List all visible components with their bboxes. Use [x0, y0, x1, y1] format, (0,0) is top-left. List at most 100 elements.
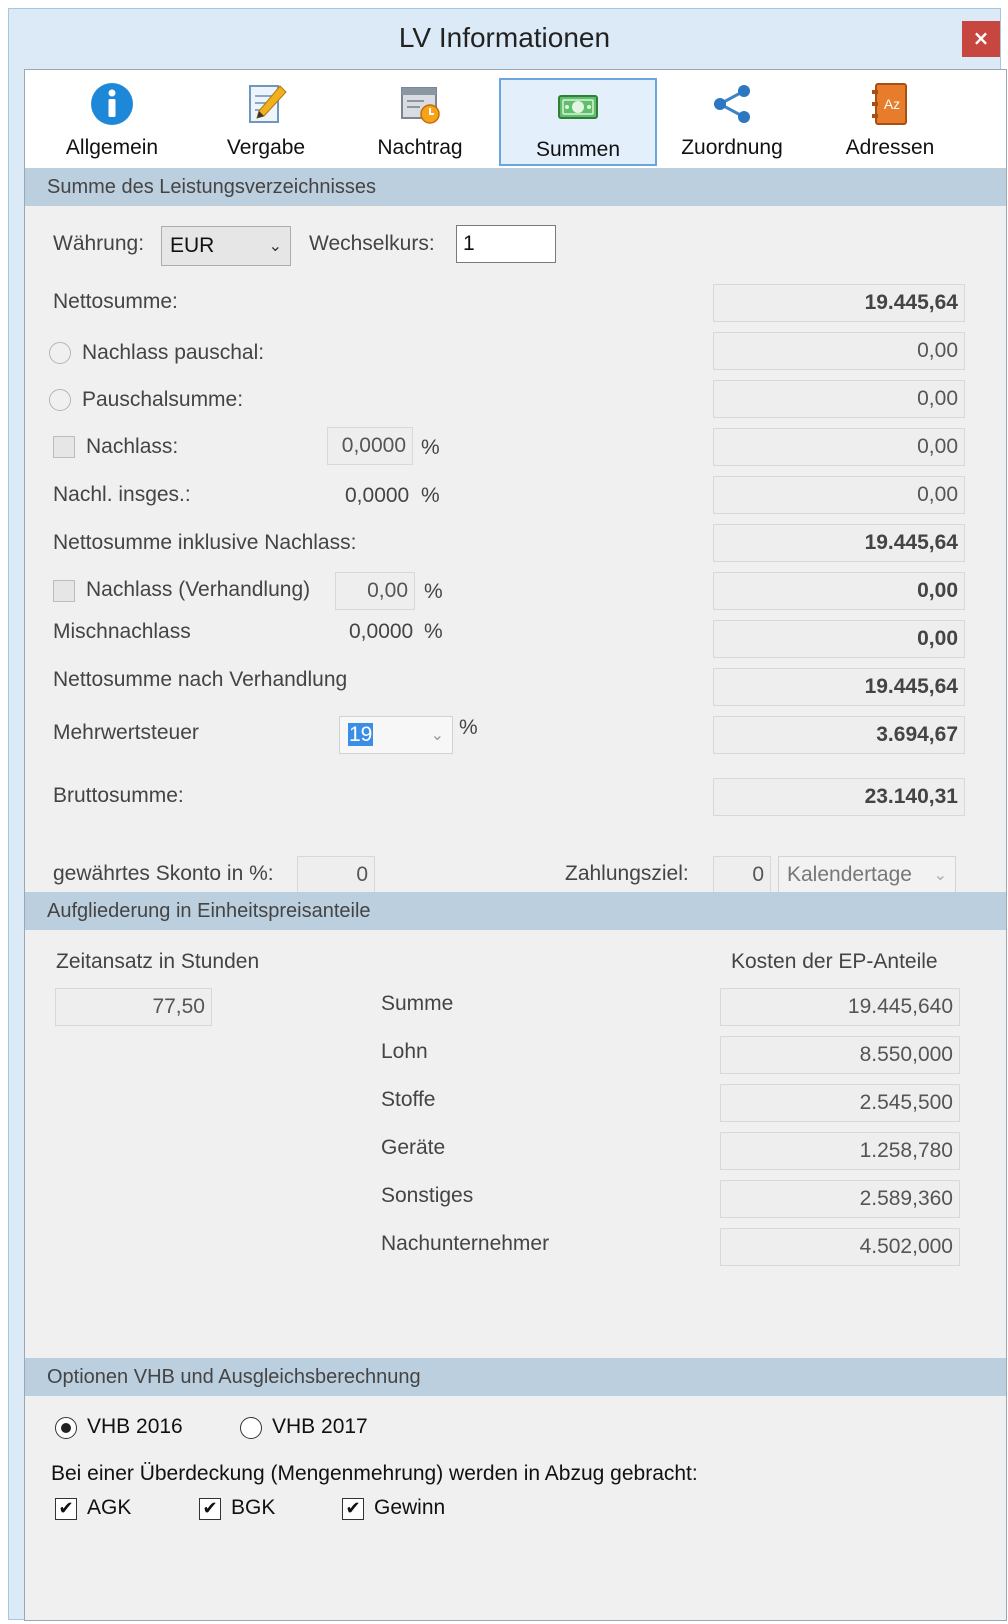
- vhb2016-label: VHB 2016: [87, 1415, 183, 1438]
- ep-row-value: 2.545,500: [720, 1084, 960, 1122]
- ep-row-label: Sonstiges: [381, 1184, 474, 1207]
- mwst-select[interactable]: 19 ⌄: [339, 716, 453, 754]
- notepad-pencil-icon: [249, 85, 287, 123]
- tab-summen[interactable]: Summen: [499, 78, 657, 166]
- ep-row-label: Summe: [381, 992, 454, 1015]
- section-optionen-header: Optionen VHB und Ausgleichsberechnung: [25, 1358, 1006, 1396]
- agk-checkbox[interactable]: ✔: [55, 1498, 77, 1520]
- mischnachlass-label: Mischnachlass: [53, 620, 191, 643]
- vhb2016-radio[interactable]: [55, 1417, 77, 1439]
- percent-sign: %: [421, 436, 440, 459]
- brutto-value: 23.140,31: [713, 778, 965, 816]
- section-aufgliederung-header: Aufgliederung in Einheitspreisanteile: [25, 892, 1006, 930]
- nachlass-label: Nachlass:: [86, 435, 179, 458]
- nettosumme-value: 19.445,64: [713, 284, 965, 322]
- vhb2017-label: VHB 2017: [272, 1415, 368, 1438]
- tab-vergabe[interactable]: Vergabe: [187, 78, 345, 166]
- svg-text:Az: Az: [884, 96, 900, 112]
- nachlass-value: 0,00: [713, 428, 965, 466]
- zahlungsziel-input[interactable]: 0: [713, 856, 771, 894]
- mischnachlass-percent: 0,0000: [349, 620, 414, 643]
- waehrung-value: EUR: [170, 234, 215, 257]
- tab-label: Allgemein: [65, 136, 159, 159]
- nachl-insges-value: 0,00: [713, 476, 965, 514]
- tab-label: Zuordnung: [681, 136, 783, 159]
- nachl-insges-label: Nachl. insges.:: [53, 483, 191, 506]
- mwst-label: Mehrwertsteuer: [53, 721, 199, 744]
- tab-label: Summen: [535, 138, 621, 161]
- section-title: Aufgliederung in Einheitspreisanteile: [47, 900, 371, 922]
- tab-label: Adressen: [845, 136, 935, 159]
- mischnachlass-value: 0,00: [713, 620, 965, 658]
- ueberdeckung-label: Bei einer Überdeckung (Mengenmehrung) we…: [51, 1462, 698, 1485]
- tab-zuordnung[interactable]: Zuordnung: [653, 78, 811, 166]
- nachlass-verhandlung-label: Nachlass (Verhandlung): [86, 578, 311, 601]
- percent-sign: %: [424, 580, 443, 603]
- zahlungsziel-label: Zahlungsziel:: [565, 862, 689, 885]
- section-summe-header: Summe des Leistungsverzeichnisses: [25, 168, 1006, 206]
- section-title: Optionen VHB und Ausgleichsberechnung: [47, 1366, 421, 1388]
- info-icon: [91, 83, 133, 125]
- percent-sign: %: [424, 620, 443, 643]
- nachlass-checkbox[interactable]: [53, 436, 75, 458]
- tab-toolbar: Allgemein Vergabe Nachtrag Summen Zuordn…: [25, 70, 1006, 168]
- waehrung-label: Währung:: [53, 232, 145, 255]
- title-bar: LV Informationen ×: [9, 9, 1000, 69]
- ep-row-label: Geräte: [381, 1136, 446, 1159]
- nachlass-percent-input[interactable]: 0,0000: [327, 427, 413, 465]
- ep-row-value: 2.589,360: [720, 1180, 960, 1218]
- money-icon: [558, 95, 598, 119]
- nachlass-verhandlung-percent-input[interactable]: 0,00: [335, 572, 415, 610]
- pauschalsumme-radio[interactable]: [49, 389, 71, 411]
- nachl-insges-percent: 0,0000: [345, 484, 410, 507]
- bgk-label: BGK: [231, 1496, 276, 1519]
- zahlungsziel-unit-select[interactable]: Kalendertage ⌄: [778, 856, 956, 894]
- nachlass-verhandlung-value: 0,00: [713, 572, 965, 610]
- ep-row-label: Lohn: [381, 1040, 428, 1063]
- tab-nachtrag[interactable]: Nachtrag: [341, 78, 499, 166]
- document-clock-icon: [401, 87, 440, 124]
- skonto-input[interactable]: 0: [297, 856, 375, 894]
- chevron-down-icon: ⌄: [430, 725, 444, 744]
- zeitansatz-label: Zeitansatz in Stunden: [56, 950, 260, 973]
- ep-row-label: Stoffe: [381, 1088, 436, 1111]
- address-book-icon: Az: [872, 83, 907, 125]
- nachlass-verhandlung-checkbox[interactable]: [53, 580, 75, 602]
- vhb2017-radio[interactable]: [240, 1417, 262, 1439]
- netto-inkl-label: Nettosumme inklusive Nachlass:: [53, 531, 357, 554]
- tab-adressen[interactable]: Az Adressen: [811, 78, 969, 166]
- ep-row-value: 1.258,780: [720, 1132, 960, 1170]
- nachlass-pauschal-radio[interactable]: [49, 342, 71, 364]
- ep-row-label: Nachunternehmer: [381, 1232, 550, 1255]
- agk-label: AGK: [87, 1496, 132, 1519]
- window-title: LV Informationen: [398, 22, 611, 53]
- percent-sign: %: [421, 484, 440, 507]
- waehrung-select[interactable]: EUR ⌄: [161, 226, 291, 266]
- netto-verhandlung-value: 19.445,64: [713, 668, 965, 706]
- bgk-checkbox[interactable]: ✔: [199, 1498, 221, 1520]
- wechselkurs-label: Wechselkurs:: [309, 232, 435, 255]
- nachlass-pauschal-label: Nachlass pauschal:: [82, 341, 265, 364]
- mwst-amount: 3.694,67: [713, 716, 965, 754]
- close-button[interactable]: ×: [962, 21, 1000, 57]
- nettosumme-label: Nettosumme:: [53, 290, 178, 313]
- ep-row-value: 8.550,000: [720, 1036, 960, 1074]
- gewinn-label: Gewinn: [374, 1496, 446, 1519]
- tab-label: Vergabe: [226, 136, 306, 159]
- nachlass-pauschal-value: 0,00: [713, 332, 965, 370]
- zeitansatz-value: 77,50: [55, 988, 212, 1026]
- tab-allgemein[interactable]: Allgemein: [33, 78, 191, 166]
- section-title: Summe des Leistungsverzeichnisses: [47, 176, 377, 198]
- lv-informationen-window: LV Informationen × Allgemein Vergabe Nac…: [8, 8, 1007, 1621]
- ep-row-value: 4.502,000: [720, 1228, 960, 1266]
- wechselkurs-input[interactable]: 1: [456, 225, 556, 263]
- chevron-down-icon: ⌄: [933, 865, 947, 884]
- dialog-content: Allgemein Vergabe Nachtrag Summen Zuordn…: [24, 69, 1007, 1621]
- zahlungsziel-unit-value: Kalendertage: [787, 863, 912, 886]
- percent-sign: %: [459, 716, 478, 739]
- tab-label: Nachtrag: [377, 136, 463, 159]
- netto-inkl-value: 19.445,64: [713, 524, 965, 562]
- gewinn-checkbox[interactable]: ✔: [342, 1498, 364, 1520]
- brutto-label: Bruttosumme:: [53, 784, 184, 807]
- pauschalsumme-label: Pauschalsumme:: [82, 388, 244, 411]
